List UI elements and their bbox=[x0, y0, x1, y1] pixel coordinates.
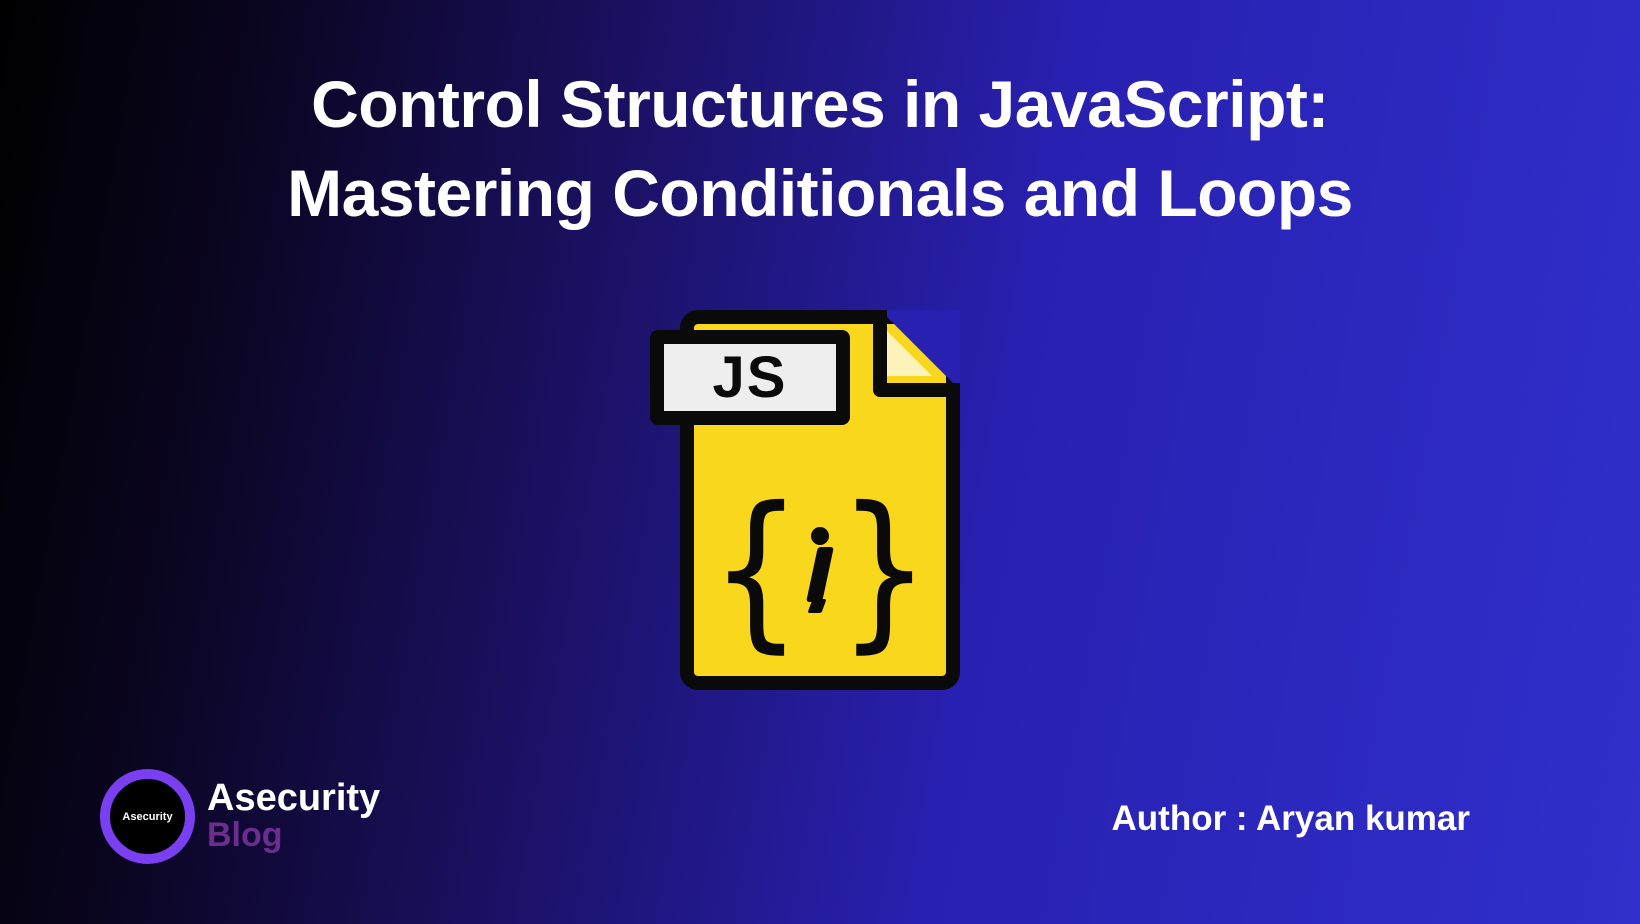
logo-icon: Asecurity bbox=[100, 769, 195, 864]
left-brace-icon: { bbox=[712, 485, 799, 655]
logo-text-block: Asecurity Blog bbox=[207, 779, 380, 854]
site-logo: Asecurity Asecurity Blog bbox=[100, 769, 380, 864]
js-label-badge: JS bbox=[650, 330, 850, 425]
code-braces-icon: { } bbox=[710, 480, 930, 660]
logo-brand-name: Asecurity bbox=[207, 779, 380, 817]
js-file-icon: JS { } bbox=[640, 270, 1000, 710]
js-label-text: JS bbox=[713, 344, 788, 411]
logo-inner-text: Asecurity bbox=[122, 811, 172, 823]
logo-tagline: Blog bbox=[207, 817, 380, 854]
brace-inner-symbol bbox=[811, 527, 829, 613]
author-credit: Author : Aryan kumar bbox=[1112, 799, 1470, 839]
page-title: Control Structures in JavaScript:Masteri… bbox=[0, 60, 1640, 238]
right-brace-icon: } bbox=[841, 485, 928, 655]
